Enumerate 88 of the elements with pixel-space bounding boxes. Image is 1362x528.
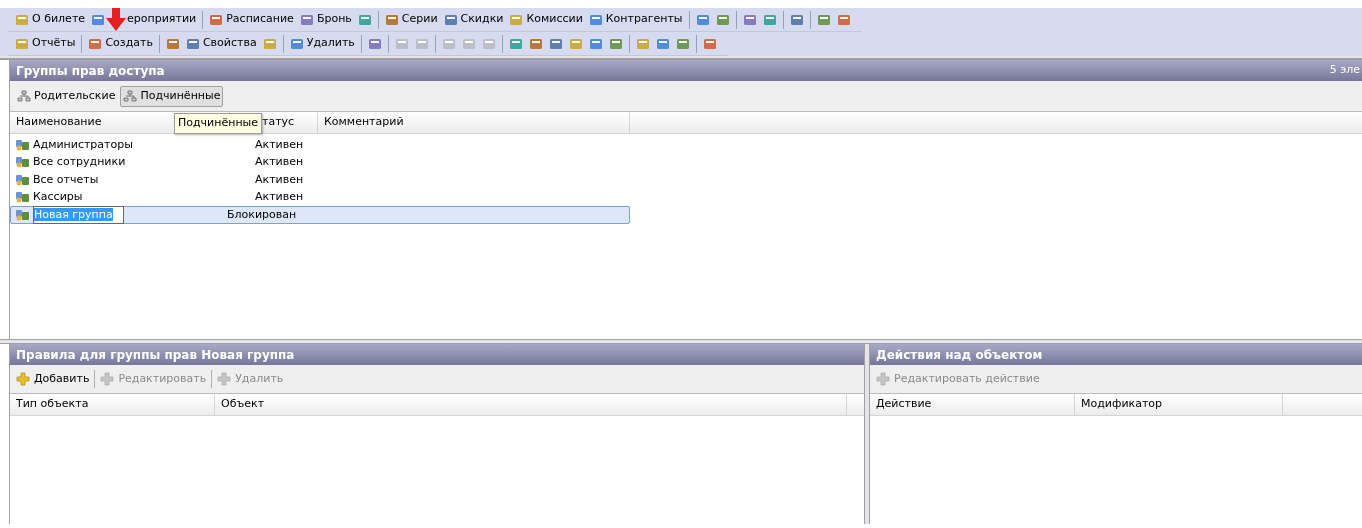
group-name: Все сотрудники (33, 155, 126, 168)
plus-icon (16, 372, 30, 386)
toolbar-button[interactable]: Свойства (182, 33, 260, 54)
action-button[interactable]: Добавить (16, 370, 90, 388)
toolbar-button[interactable]: О билете (12, 9, 89, 30)
tile-icon (441, 36, 456, 51)
view-toggle-button[interactable]: Подчинённые (120, 85, 224, 107)
panel-title: Группы прав доступа (16, 62, 165, 80)
item-count: 5 эле (1329, 62, 1360, 79)
toolbar-button[interactable]: Серии (381, 9, 441, 30)
column-header[interactable]: Комментарий (318, 112, 630, 133)
group-status: Активен (255, 154, 304, 170)
panel-title: Правила для группы прав Новая группа (16, 346, 295, 364)
toolbar-button[interactable]: Удалить (286, 33, 358, 54)
tile-icon (88, 36, 103, 51)
plus-icon (100, 372, 115, 386)
hierarchy-icon (17, 90, 31, 102)
tile-icon (528, 36, 543, 51)
column-header[interactable]: Действие (870, 394, 1075, 415)
tile-icon (509, 12, 524, 27)
toolbar-button[interactable]: Бронь (296, 9, 355, 30)
tile-icon (608, 36, 623, 51)
tile-icon (299, 12, 314, 27)
tile-icon (635, 36, 650, 51)
tile-icon (742, 12, 757, 27)
tile-icon (262, 36, 277, 51)
tile-icon (568, 36, 583, 51)
tile-icon (675, 36, 690, 51)
panel-title: Действия над объектом (876, 346, 1043, 364)
group-name: Администраторы (33, 137, 133, 151)
tile-icon (588, 36, 603, 51)
column-header[interactable]: Объект (215, 394, 847, 415)
group-icon (15, 190, 31, 205)
group-icon (15, 207, 31, 222)
group-status: Блокирован (227, 206, 297, 223)
group-status: Активен (255, 171, 304, 188)
group-icon (15, 172, 31, 187)
tile-icon (548, 36, 563, 51)
group-icon (15, 137, 31, 152)
toolbar-button[interactable]: Комиссии (506, 9, 586, 30)
group-name: Кассиры (33, 190, 83, 203)
plus-icon (876, 372, 890, 386)
tile-icon (715, 12, 730, 27)
tile-icon (15, 36, 29, 51)
tile-icon (414, 36, 429, 51)
tile-icon (289, 36, 304, 51)
toolbar-button[interactable]: Контрагенты (585, 9, 686, 30)
group-row[interactable]: Администраторы Активен (10, 136, 630, 154)
tile-icon (165, 36, 180, 51)
tile-icon (443, 12, 458, 27)
tile-icon (655, 36, 670, 51)
group-row[interactable]: Кассиры Активен (10, 188, 630, 206)
tile-icon (588, 12, 603, 27)
hierarchy-icon (123, 90, 138, 102)
tile-icon (481, 36, 496, 51)
group-icon (15, 155, 31, 170)
tile-icon (816, 12, 831, 27)
tooltip: Подчинённые (174, 113, 263, 134)
group-status: Активен (255, 189, 304, 205)
tile-icon (367, 36, 382, 51)
view-toggle-button[interactable]: Родительские (14, 85, 119, 107)
tile-icon (508, 36, 523, 51)
tile-icon (836, 12, 851, 27)
group-row[interactable]: Все сотрудники Активен (10, 153, 630, 171)
group-row[interactable]: Все отчеты Активен (10, 171, 630, 189)
toolbar-button[interactable]: Скидки (440, 9, 507, 30)
toolbar-button[interactable]: Расписание (206, 9, 297, 30)
column-header[interactable]: Тип объекта (10, 394, 215, 415)
tile-icon (394, 36, 409, 51)
tile-icon (789, 12, 804, 27)
tile-icon (357, 12, 372, 27)
tile-icon (762, 12, 777, 27)
column-header[interactable]: Модификатор (1075, 394, 1283, 415)
tile-icon (15, 12, 29, 27)
tile-icon (209, 12, 224, 27)
group-status: Активен (255, 136, 304, 153)
group-name: Все отчеты (33, 172, 99, 186)
toolbar-button[interactable]: Отчёты (12, 33, 79, 54)
group-row[interactable]: Новая группа Блокирован (10, 206, 630, 224)
tile-icon (695, 12, 710, 27)
tile-icon (185, 36, 200, 51)
tile-icon (461, 36, 476, 51)
toolbar-button[interactable]: ероприятии (88, 9, 200, 30)
tile-icon (702, 36, 717, 51)
tile-icon (384, 12, 399, 27)
plus-icon (217, 372, 232, 386)
tile-icon (91, 12, 106, 27)
toolbar-button[interactable]: Создать (85, 33, 156, 54)
